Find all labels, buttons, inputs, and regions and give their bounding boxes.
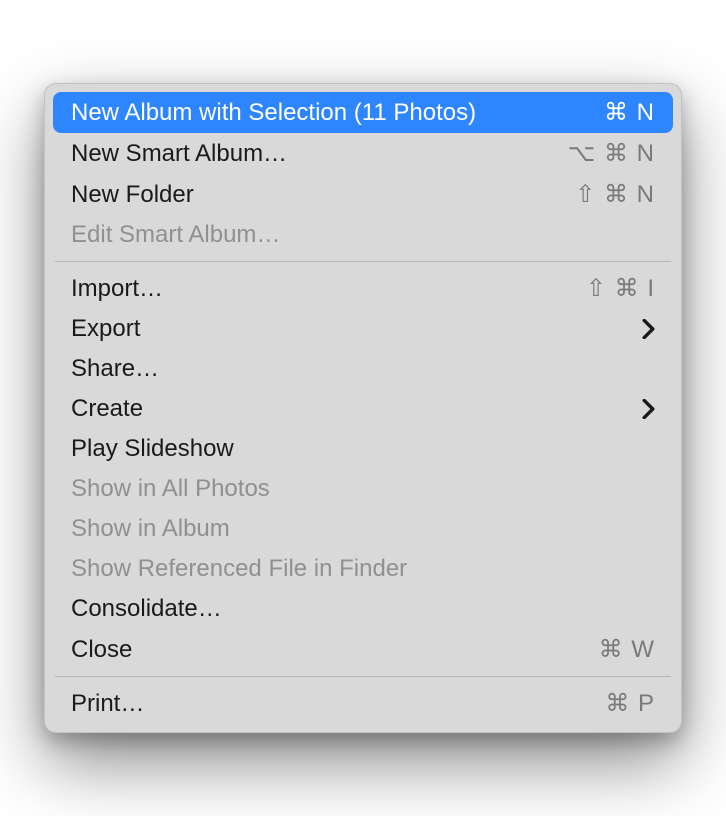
menu-inner: New Album with Selection (11 Photos) ⌘ N… bbox=[45, 92, 681, 724]
menu-item-label: New Smart Album… bbox=[71, 140, 568, 168]
menu-item-shortcut: ⌘ W bbox=[599, 635, 655, 664]
menu-item-close[interactable]: Close ⌘ W bbox=[53, 629, 673, 670]
menu-item-show-referenced-file-in-finder: Show Referenced File in Finder bbox=[53, 549, 673, 589]
menu-item-label: Consolidate… bbox=[71, 595, 655, 623]
menu-item-label: Import… bbox=[71, 275, 586, 303]
menu-item-shortcut: ⇧ ⌘ I bbox=[586, 274, 655, 303]
menu-item-export[interactable]: Export bbox=[53, 309, 673, 349]
menu-item-shortcut: ⌥ ⌘ N bbox=[568, 139, 655, 168]
menu-item-label: Share… bbox=[71, 355, 655, 383]
menu-item-shortcut: ⌘ N bbox=[604, 98, 655, 127]
menu-separator bbox=[55, 261, 671, 262]
menu-item-create[interactable]: Create bbox=[53, 389, 673, 429]
context-menu: New Album with Selection (11 Photos) ⌘ N… bbox=[44, 83, 682, 733]
menu-item-label: Show Referenced File in Finder bbox=[71, 555, 655, 583]
menu-item-shortcut: ⌘ P bbox=[605, 689, 655, 718]
menu-item-shortcut: ⇧ ⌘ N bbox=[575, 180, 655, 209]
menu-item-label: Edit Smart Album… bbox=[71, 221, 655, 249]
menu-item-show-in-album: Show in Album bbox=[53, 509, 673, 549]
menu-item-share[interactable]: Share… bbox=[53, 349, 673, 389]
menu-item-label: Create bbox=[71, 395, 642, 423]
menu-item-label: Play Slideshow bbox=[71, 435, 655, 463]
menu-item-label: Close bbox=[71, 636, 599, 664]
menu-item-show-in-all-photos: Show in All Photos bbox=[53, 469, 673, 509]
menu-separator bbox=[55, 676, 671, 677]
menu-item-consolidate[interactable]: Consolidate… bbox=[53, 589, 673, 629]
menu-item-label: Show in Album bbox=[71, 515, 655, 543]
menu-item-label: Show in All Photos bbox=[71, 475, 655, 503]
menu-item-label: New Album with Selection (11 Photos) bbox=[71, 99, 604, 127]
menu-item-label: New Folder bbox=[71, 181, 575, 209]
menu-item-label: Print… bbox=[71, 690, 605, 718]
menu-item-new-album-with-selection[interactable]: New Album with Selection (11 Photos) ⌘ N bbox=[53, 92, 673, 133]
menu-item-import[interactable]: Import… ⇧ ⌘ I bbox=[53, 268, 673, 309]
menu-item-edit-smart-album: Edit Smart Album… bbox=[53, 215, 673, 255]
chevron-right-icon bbox=[642, 399, 655, 419]
menu-item-print[interactable]: Print… ⌘ P bbox=[53, 683, 673, 724]
menu-item-new-folder[interactable]: New Folder ⇧ ⌘ N bbox=[53, 174, 673, 215]
menu-item-label: Export bbox=[71, 315, 642, 343]
chevron-right-icon bbox=[642, 319, 655, 339]
menu-item-play-slideshow[interactable]: Play Slideshow bbox=[53, 429, 673, 469]
menu-item-new-smart-album[interactable]: New Smart Album… ⌥ ⌘ N bbox=[53, 133, 673, 174]
